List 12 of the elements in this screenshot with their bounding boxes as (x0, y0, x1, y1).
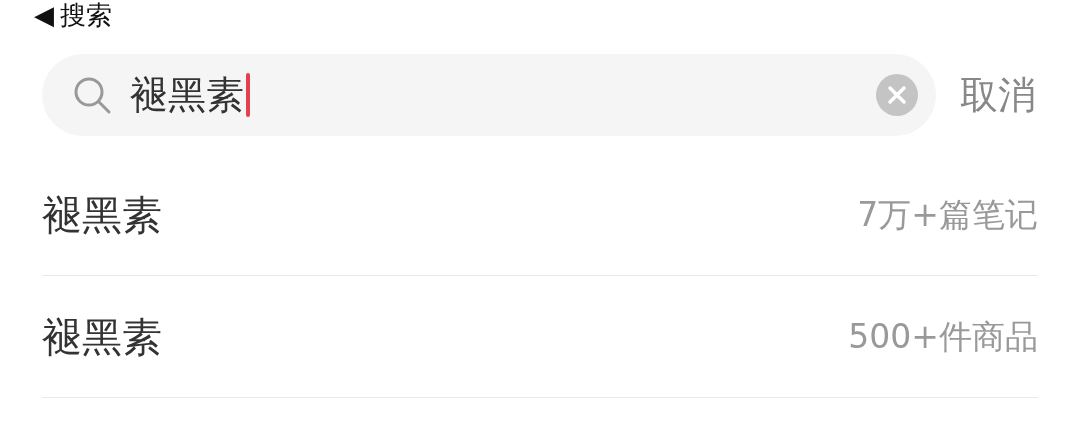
suggestion-row[interactable]: 褪黑素 7万+篇笔记 (42, 154, 1038, 276)
search-field[interactable]: 褪黑素 (42, 54, 936, 136)
search-icon (72, 75, 112, 115)
cancel-button[interactable]: 取消 (960, 66, 1036, 124)
clear-icon[interactable] (876, 74, 918, 116)
suggestion-row[interactable]: 褪黑素 500+件商品 (42, 276, 1038, 398)
result-count: 7万+篇笔记 (857, 193, 1038, 236)
suggestion-term: 褪黑素 (42, 312, 162, 362)
search-text: 褪黑素 (130, 71, 244, 119)
suggestion-term: 褪黑素 (42, 190, 162, 240)
back-link[interactable]: ◀ 搜索 (34, 0, 112, 30)
result-count: 500+件商品 (848, 315, 1038, 358)
